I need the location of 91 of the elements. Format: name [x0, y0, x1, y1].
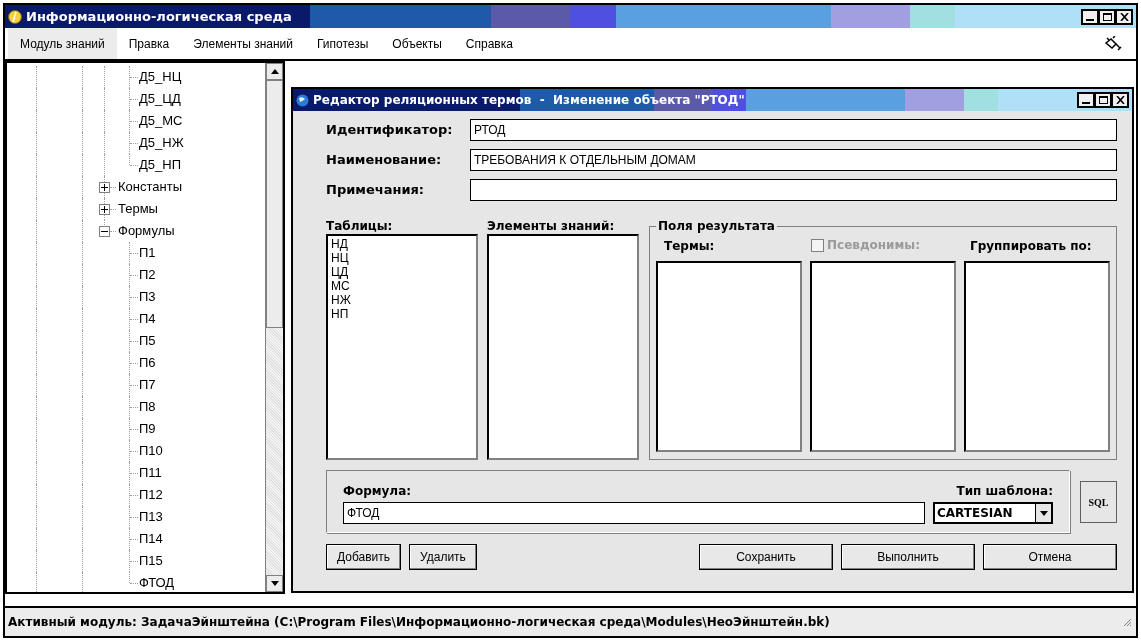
list-label: Элементы знаний: — [487, 219, 616, 233]
tree-item[interactable]: П13 — [139, 508, 163, 526]
down-arrow-icon — [270, 581, 279, 586]
plus-icon — [101, 184, 108, 191]
minimize-icon — [1086, 18, 1094, 21]
tree-item[interactable]: П9 — [139, 420, 156, 438]
dialog-button[interactable]: Сохранить — [699, 544, 833, 570]
tree-item[interactable]: П14 — [139, 530, 163, 548]
up-arrow-icon — [270, 69, 279, 74]
tables-list[interactable]: НД НЦ ЦД МС НЖ НП — [326, 234, 478, 460]
list-item[interactable]: НЖ — [331, 293, 473, 307]
template-dropdown[interactable]: CARTESIAN — [933, 502, 1053, 524]
tree-item[interactable]: П7 — [139, 376, 156, 394]
field-label: Тип шаблона: — [956, 483, 1053, 499]
dialog-button[interactable]: Удалить — [409, 544, 477, 570]
resize-grip-icon[interactable] — [1122, 617, 1132, 627]
aliases-list[interactable] — [810, 261, 956, 452]
scroll-up-button[interactable] — [266, 63, 283, 80]
connector-icon — [1104, 35, 1122, 52]
window-title: Информационно-логическая среда — [26, 7, 292, 26]
list-label: Группировать по: — [969, 238, 1093, 253]
formula-field[interactable]: ФТОД — [343, 502, 925, 524]
tree-item[interactable]: П4 — [139, 310, 156, 328]
expand-button[interactable] — [99, 182, 110, 193]
tree-item[interactable]: Д5_НЦ — [139, 68, 182, 86]
tree-item[interactable]: П11 — [139, 464, 162, 482]
dialog-button[interactable]: Отмена — [983, 544, 1117, 570]
dialog-title-object: "РТОД" — [694, 92, 745, 109]
sql-button[interactable]: SQL — [1080, 481, 1117, 523]
maximize-button[interactable] — [1099, 9, 1115, 24]
plus-icon — [101, 206, 108, 213]
field-label: Идентификатор: — [326, 121, 454, 140]
text-field[interactable]: РТОД — [470, 119, 1117, 141]
menu-item[interactable]: Модуль знаний — [8, 28, 117, 59]
scrollbar-thumb[interactable] — [266, 80, 283, 328]
tree-item[interactable]: Д5_НЖ — [139, 134, 184, 152]
dialog-title: Редактор реляционных термов - Изменение объекта — [313, 92, 691, 109]
tree-item[interactable]: П10 — [139, 442, 163, 460]
collapse-button[interactable] — [99, 226, 110, 237]
maximize-icon — [1102, 12, 1112, 21]
close-button[interactable] — [1116, 9, 1132, 24]
text-field[interactable] — [470, 179, 1117, 201]
tree-item[interactable]: П12 — [139, 486, 163, 504]
app-icon — [8, 9, 22, 24]
minimize-icon — [1082, 102, 1090, 104]
dialog-button[interactable]: Выполнить — [841, 544, 975, 570]
minus-icon — [101, 228, 108, 235]
minimize-button[interactable] — [1078, 93, 1094, 107]
field-label: Наименование: — [326, 151, 443, 170]
tree-item[interactable]: П8 — [139, 398, 156, 416]
status-text: Активный модуль: ЗадачаЭйнштейна (C:\Program Files\Информационно-логическая среда\Modules\НеоЭйнштейн.bk) — [8, 614, 830, 631]
tree-item[interactable]: П2 — [139, 266, 156, 284]
tree-item[interactable]: Д5_МС — [139, 112, 183, 130]
tree-item[interactable]: Формулы — [118, 222, 175, 240]
maximize-button[interactable] — [1095, 93, 1111, 107]
list-label: Таблицы: — [326, 219, 394, 233]
field-label: Примечания: — [326, 181, 426, 200]
globe-icon — [296, 93, 309, 107]
tree-item[interactable]: П6 — [139, 354, 156, 372]
text-field[interactable]: ТРЕБОВАНИЯ К ОТДЕЛЬНЫМ ДОМАМ — [470, 149, 1117, 171]
maximize-icon — [1098, 96, 1108, 104]
list-item[interactable]: ЦД — [331, 265, 473, 279]
knowledge-elements-list[interactable] — [487, 234, 639, 460]
tree-item[interactable]: П1 — [139, 244, 156, 262]
checkbox-label: Псевдонимы: — [827, 238, 920, 252]
tree-item[interactable]: Константы — [118, 178, 182, 196]
group-by-list[interactable] — [964, 261, 1110, 452]
close-icon — [1115, 96, 1125, 104]
dialog-button[interactable]: Добавить — [326, 544, 402, 570]
list-item[interactable]: НП — [331, 307, 473, 321]
group-title: Поля результата — [656, 218, 777, 234]
tree-item[interactable]: П5 — [139, 332, 156, 350]
tree-item[interactable]: П3 — [139, 288, 156, 306]
tree-item[interactable]: Термы — [118, 200, 158, 218]
expand-button[interactable] — [99, 204, 110, 215]
tree-item[interactable]: Д5_НП — [139, 156, 181, 174]
field-label: Формула: — [343, 483, 413, 499]
list-label: Термы: — [663, 238, 716, 253]
list-item[interactable]: НД — [331, 237, 473, 251]
tree-item[interactable]: Д5_ЦД — [139, 90, 181, 108]
minimize-button[interactable] — [1082, 9, 1098, 24]
tree-item[interactable]: ФТОД — [139, 574, 175, 592]
list-item[interactable]: МС — [331, 279, 473, 293]
list-item[interactable]: НЦ — [331, 251, 473, 265]
terms-list[interactable] — [656, 261, 802, 452]
close-button[interactable] — [1112, 93, 1128, 107]
tree-item[interactable]: П15 — [139, 552, 163, 570]
dropdown-arrow-icon — [1039, 510, 1048, 516]
close-icon — [1119, 12, 1129, 21]
scrollbar[interactable] — [265, 63, 283, 592]
scroll-down-button[interactable] — [266, 575, 283, 592]
